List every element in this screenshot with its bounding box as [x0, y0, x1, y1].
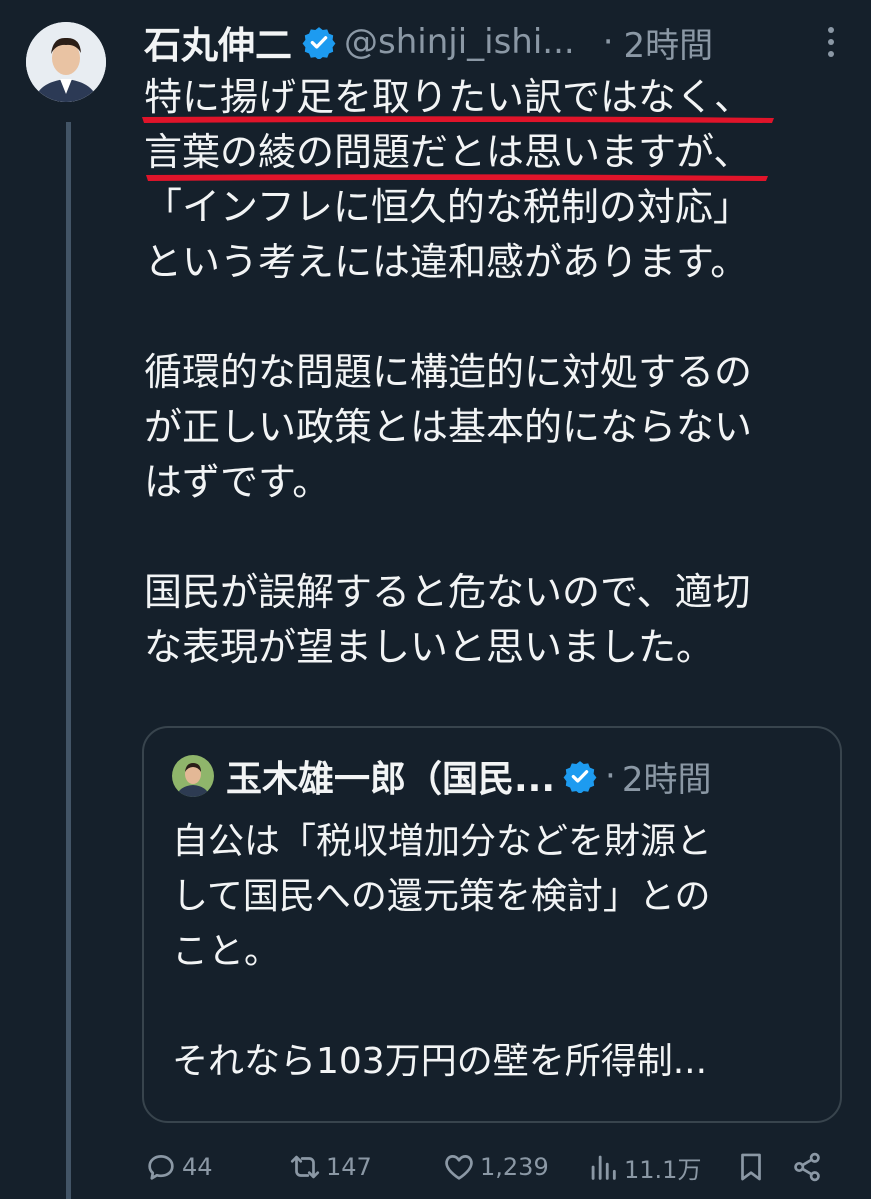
text-line: という考えには違和感があります。 [144, 240, 749, 284]
text-line: が正しい政策とは基本的にならない [144, 405, 753, 449]
header-separator: · [602, 22, 614, 62]
verified-badge-icon [302, 27, 336, 59]
share-icon [794, 1152, 820, 1182]
text-line: 循環的な問題に構造的に対処するの [144, 350, 753, 394]
retweet-icon [290, 1155, 320, 1179]
quoted-tweet-card[interactable]: 玉木雄一郎（国民... · 2時間 自公は「税収増加分などを財源と して国民への… [142, 726, 842, 1123]
reply-button[interactable]: 44 [144, 1150, 213, 1184]
views-bar-chart-icon [591, 1155, 616, 1180]
like-button[interactable]: 1,239 [442, 1150, 549, 1184]
views-button[interactable]: 11.1万 [586, 1150, 701, 1185]
author-handle[interactable]: @shinji_ishi... [344, 22, 575, 62]
quoted-header-separator: · [605, 756, 616, 796]
quoted-tweet-time: 2時間 [621, 759, 712, 800]
more-options-icon[interactable] [821, 20, 841, 64]
quoted-tweet-text: 自公は「税収増加分などを財源と して国民への還元策を検討」との こと。 それなら… [172, 814, 822, 1089]
retweet-button[interactable]: 147 [288, 1150, 372, 1184]
bookmark-icon [741, 1153, 761, 1181]
share-button[interactable] [790, 1150, 828, 1184]
quoted-author-name: 玉木雄一郎（国民... [226, 759, 556, 800]
quoted-paragraph-1: 自公は「税収増加分などを財源と して国民への還元策を検討」との こと。 [172, 814, 822, 979]
text-line: 自公は「税収増加分などを財源と [172, 821, 713, 862]
reply-icon [148, 1155, 174, 1180]
bookmark-button[interactable] [734, 1150, 772, 1184]
author-avatar[interactable] [26, 22, 106, 102]
tweet-paragraph-3: 国民が誤解すると危ないので、適切 な表現が望ましいと思いました。 [144, 565, 834, 675]
red-underline-mark [146, 174, 768, 181]
text-line: それなら103万円の壁を所得制... [172, 1041, 708, 1082]
tweet-text: 特に揚げ足を取りたい訳ではなく、 言葉の綾の問題だとは思いますが、 「インフレに… [144, 70, 834, 675]
quoted-tweet-header: 玉木雄一郎（国民... · 2時間 [172, 750, 814, 802]
text-line: 国民が誤解すると危ないので、適切 [144, 570, 751, 614]
tweet-actions: 44 147 1,239 11.1万 [142, 1142, 842, 1192]
view-count: 11.1万 [624, 1155, 702, 1184]
like-count: 1,239 [480, 1153, 549, 1181]
reply-count: 44 [182, 1153, 213, 1181]
thread-line [66, 122, 71, 1199]
tweet-paragraph-2: 循環的な問題に構造的に対処するの が正しい政策とは基本的にならない はずです。 [144, 345, 834, 510]
author-name[interactable]: 石丸伸二 [144, 15, 292, 69]
heart-icon [445, 1155, 473, 1180]
text-line: して国民への還元策を検討」との [172, 876, 711, 917]
quoted-author-avatar [172, 755, 214, 797]
text-line: こと。 [172, 931, 281, 972]
text-line: はずです。 [144, 460, 331, 504]
tweet-header: 石丸伸二 @shinji_ishi... · 2時間 [144, 14, 841, 70]
tweet-time[interactable]: 2時間 [624, 18, 714, 67]
verified-badge-icon [563, 761, 597, 793]
text-line: な表現が望ましいと思いました。 [144, 625, 715, 669]
red-underline-mark [142, 116, 774, 123]
text-line: 「インフレに恒久的な税制の対応」 [144, 185, 751, 229]
retweet-count: 147 [326, 1153, 372, 1181]
quoted-paragraph-2: それなら103万円の壁を所得制... [172, 1034, 822, 1089]
